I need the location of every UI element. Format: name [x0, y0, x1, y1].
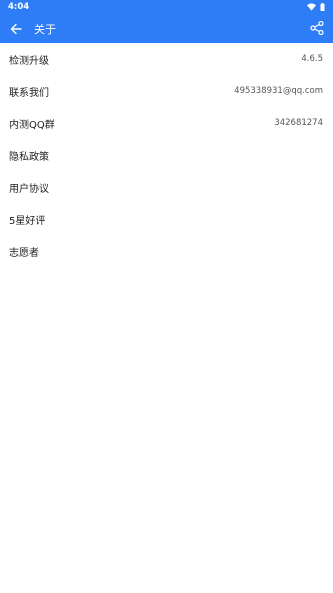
- arrow-left-icon: [10, 23, 22, 34]
- item-privacy-policy[interactable]: 隐私政策: [0, 139, 333, 171]
- item-qq-group[interactable]: 内测QQ群 342681274: [0, 107, 333, 139]
- page-title: 关于: [34, 22, 56, 36]
- item-label: 检测升级: [9, 55, 49, 67]
- item-check-update[interactable]: 检测升级 4.6.5: [0, 43, 333, 75]
- item-value: 4.6.5: [301, 54, 323, 64]
- app-bar: 关于: [0, 14, 333, 43]
- item-label: 用户协议: [9, 183, 49, 195]
- share-icon: [310, 20, 324, 36]
- about-list: 检测升级 4.6.5 联系我们 495338931@qq.com 内测QQ群 3…: [0, 43, 333, 267]
- item-label: 联系我们: [9, 87, 49, 99]
- item-volunteer[interactable]: 志愿者: [0, 235, 333, 267]
- share-button[interactable]: [309, 20, 325, 36]
- status-time: 4:04: [8, 2, 30, 12]
- item-user-agreement[interactable]: 用户协议: [0, 171, 333, 203]
- item-label: 5星好评: [9, 215, 46, 227]
- item-value: 495338931@qq.com: [234, 86, 323, 96]
- item-value: 342681274: [274, 118, 323, 128]
- item-label: 志愿者: [9, 247, 39, 259]
- item-label: 内测QQ群: [9, 119, 55, 131]
- status-bar: 4:04: [0, 0, 333, 14]
- wifi-icon: [307, 3, 316, 11]
- item-five-star-rating[interactable]: 5星好评: [0, 203, 333, 235]
- item-label: 隐私政策: [9, 151, 49, 163]
- item-contact-us[interactable]: 联系我们 495338931@qq.com: [0, 75, 333, 107]
- status-icons: [307, 3, 325, 11]
- back-button[interactable]: [8, 21, 24, 37]
- battery-icon: [320, 3, 325, 11]
